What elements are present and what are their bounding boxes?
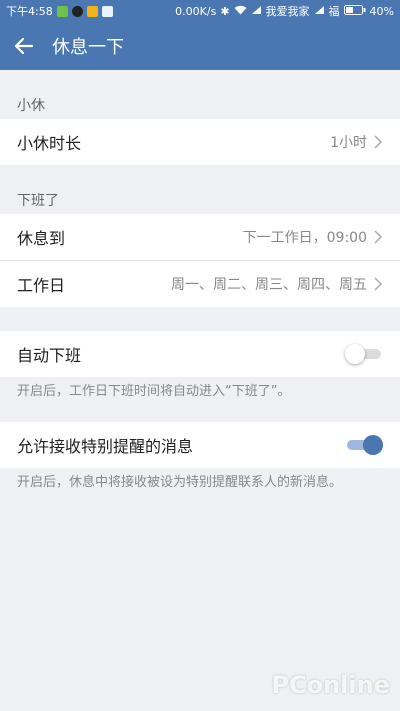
toggle-knob — [363, 435, 383, 455]
watermark-logo: PConline — [271, 671, 390, 699]
back-button[interactable] — [0, 22, 48, 70]
notification-icon — [86, 5, 98, 17]
rest-until-value: 下一工作日，09:00 — [242, 230, 367, 246]
auto-off-work-label: 自动下班 — [17, 346, 82, 365]
status-bar: 下午4:58 0.00K/s ✱ 我爱我家 福 40% — [0, 0, 400, 22]
wechat-icon — [56, 5, 68, 17]
carrier-2: 福 — [328, 5, 340, 18]
special-reminder-row: 允许接收特别提醒的消息 — [0, 422, 400, 468]
section-header-off-work: 下班了 — [17, 193, 59, 209]
watermark-text: PConline — [271, 671, 390, 699]
special-reminder-label: 允许接收特别提醒的消息 — [17, 437, 194, 456]
chevron-right-icon — [374, 230, 383, 244]
workdays-value: 周一、周二、周三、周四、周五 — [171, 277, 367, 293]
page-title: 休息一下 — [52, 37, 124, 58]
app-bar: 休息一下 — [0, 22, 400, 70]
battery-level: 40% — [369, 4, 394, 18]
bluetooth-icon: ✱ — [220, 4, 230, 18]
rest-until-row[interactable]: 休息到 下一工作日，09:00 — [0, 214, 400, 260]
network-speed: 0.00K/s — [175, 4, 217, 18]
toggle-knob — [345, 344, 365, 364]
chevron-right-icon — [374, 135, 383, 149]
special-reminder-note: 开启后，休息中将接收被设为特别提醒联系人的新消息。 — [17, 475, 343, 490]
battery-icon — [343, 4, 366, 18]
signal-icon-2 — [314, 5, 325, 18]
auto-off-work-row: 自动下班 — [0, 331, 400, 377]
workdays-row[interactable]: 工作日 周一、周二、周三、周四、周五 — [0, 261, 400, 307]
workdays-label: 工作日 — [17, 276, 66, 295]
status-time: 下午4:58 — [6, 5, 53, 18]
back-arrow-icon — [14, 37, 34, 55]
auto-off-work-note: 开启后，工作日下班时间将自动进入“下班了”。 — [17, 384, 291, 399]
rest-until-label: 休息到 — [17, 229, 66, 248]
carrier-1: 我爱我家 — [265, 5, 310, 18]
wifi-icon — [234, 5, 247, 18]
special-reminder-toggle[interactable] — [345, 435, 383, 455]
short-break-duration-label: 小休时长 — [17, 134, 82, 153]
short-break-duration-value: 1小时 — [330, 135, 367, 151]
auto-off-work-toggle[interactable] — [345, 344, 383, 364]
signal-icon — [251, 5, 262, 18]
section-header-short-break: 小休 — [17, 98, 45, 114]
chevron-right-icon — [374, 277, 383, 291]
qq-icon — [71, 5, 83, 17]
mail-icon — [101, 5, 113, 17]
short-break-duration-row[interactable]: 小休时长 1小时 — [0, 119, 400, 165]
